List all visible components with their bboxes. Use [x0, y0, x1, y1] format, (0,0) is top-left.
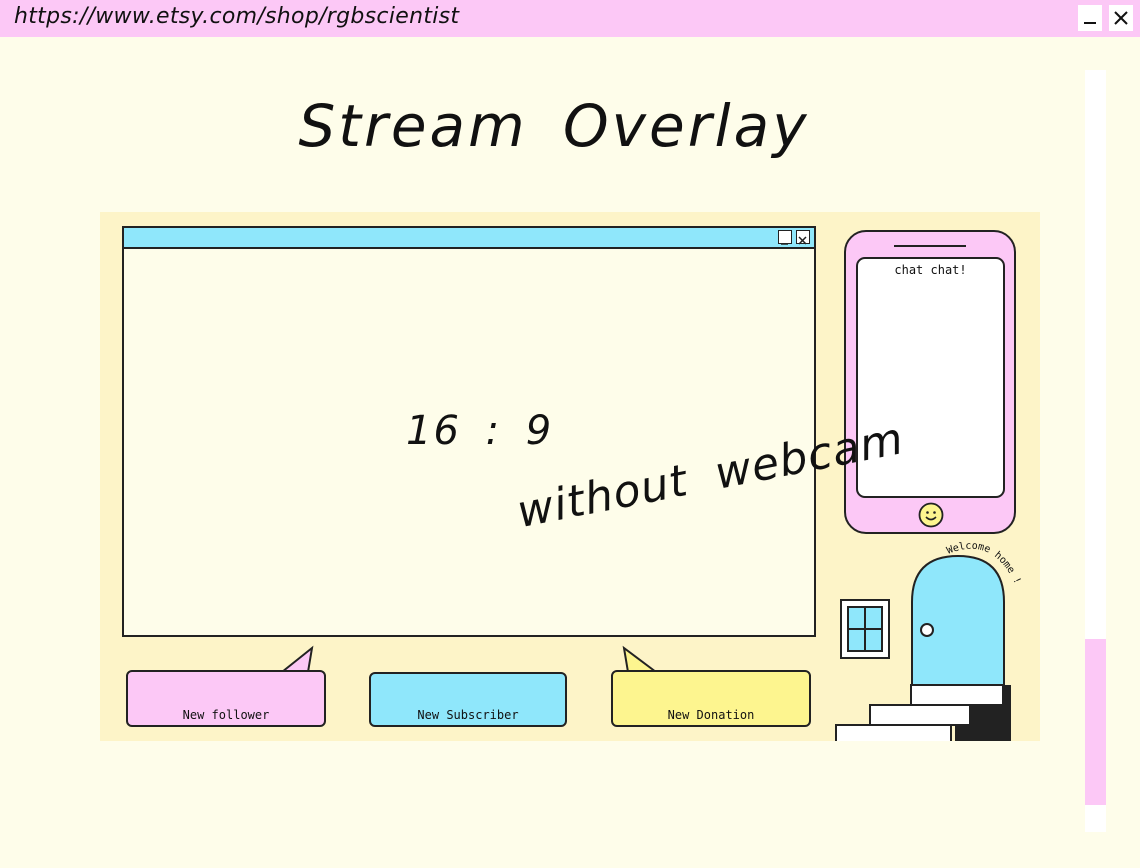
scrollbar-thumb[interactable]: [1085, 639, 1106, 805]
game-window: 16 : 9: [122, 226, 816, 637]
stairs-icon: [835, 684, 1011, 741]
chat-phone: chat chat!: [844, 230, 1016, 534]
new-follower-label: New follower: [182, 708, 270, 722]
url-text[interactable]: https://www.etsy.com/shop/rgbscientist: [14, 4, 459, 29]
welcome-text: Welcome home !: [945, 541, 1022, 586]
house-window-icon: [840, 599, 890, 659]
close-button[interactable]: [1109, 5, 1133, 31]
game-window-titlebar: [124, 228, 814, 249]
smiley-icon: [918, 502, 944, 528]
minimize-icon: [1083, 11, 1097, 25]
window-close-icon: [796, 230, 810, 245]
page-title: Stream Overlay: [298, 92, 810, 160]
chat-label: chat chat!: [894, 263, 967, 277]
new-subscriber-alert: New Subscriber: [369, 672, 567, 727]
phone-speaker: [894, 245, 966, 247]
new-subscriber-label: New Subscriber: [417, 708, 519, 722]
svg-text:Welcome home !: Welcome home !: [945, 541, 1022, 586]
new-donation-alert: New Donation: [611, 670, 811, 727]
aspect-ratio-text: 16 : 9: [406, 408, 554, 454]
minimize-button[interactable]: [1078, 5, 1102, 31]
window-minimize-icon: [778, 230, 792, 245]
browser-bar: https://www.etsy.com/shop/rgbscientist: [0, 0, 1140, 37]
close-icon: [1114, 11, 1128, 25]
new-follower-alert: New follower: [126, 670, 326, 727]
new-donation-label: New Donation: [667, 708, 755, 722]
welcome-arc: Welcome home !: [945, 541, 1022, 586]
